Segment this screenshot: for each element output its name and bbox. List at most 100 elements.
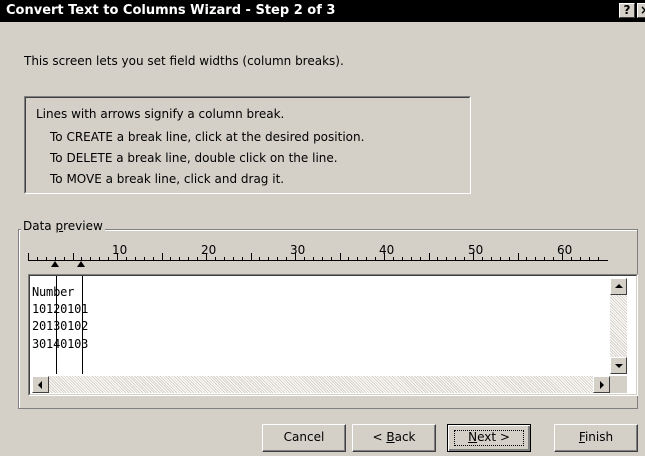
up-arrow-icon[interactable] xyxy=(51,261,59,267)
ruler-label-50: 50 xyxy=(468,243,484,257)
ruler-tick xyxy=(375,257,376,260)
ruler-tick xyxy=(73,253,74,260)
ruler-tick xyxy=(37,257,38,260)
ruler-tick xyxy=(348,257,349,260)
ruler-label-30: 30 xyxy=(290,243,306,257)
preview-row: 10120101 xyxy=(32,302,89,316)
instruction-delete: To DELETE a break line, double click on … xyxy=(50,151,338,165)
ruler-tick xyxy=(420,257,421,260)
ruler-tick xyxy=(340,253,341,260)
ruler-tick xyxy=(411,257,412,260)
ruler-tick xyxy=(598,257,599,260)
preview-row: 30140103 xyxy=(32,337,89,351)
ruler-tick xyxy=(286,257,287,260)
ruler-tick xyxy=(215,257,216,260)
back-button[interactable]: < Back xyxy=(352,424,436,452)
ruler-tick xyxy=(544,257,545,260)
ruler-label-10: 10 xyxy=(112,243,128,257)
cancel-button[interactable]: Cancel xyxy=(262,424,346,452)
ruler-tick xyxy=(571,257,572,260)
ruler-tick xyxy=(509,257,510,260)
ruler-tick xyxy=(242,257,243,260)
scrollbar-corner xyxy=(610,376,627,393)
ruler-tick xyxy=(553,257,554,260)
arrow-left-icon[interactable] xyxy=(32,376,49,393)
horizontal-scrollbar[interactable] xyxy=(32,376,610,393)
ruler-tick xyxy=(277,257,278,260)
help-icon[interactable]: ? xyxy=(619,3,635,18)
ruler-tick xyxy=(589,257,590,260)
ruler-tick xyxy=(437,257,438,260)
ruler-tick xyxy=(535,257,536,260)
ruler-label-60: 60 xyxy=(557,243,573,257)
ruler-tick xyxy=(46,257,47,260)
instructions-box: Lines with arrows signify a column break… xyxy=(24,96,471,194)
ruler-tick xyxy=(179,257,180,260)
instructions-heading: Lines with arrows signify a column break… xyxy=(36,107,285,121)
ruler-tick xyxy=(464,257,465,260)
ruler-tick xyxy=(313,257,314,260)
ruler-tick xyxy=(482,257,483,260)
ruler-tick xyxy=(518,253,519,260)
ruler-tick xyxy=(224,257,225,260)
ruler-tick xyxy=(295,253,296,260)
ruler-tick xyxy=(28,253,29,260)
column-break-line[interactable] xyxy=(82,276,83,374)
column-ruler[interactable]: 10 20 30 40 50 60 xyxy=(28,243,608,267)
instruction-move: To MOVE a break line, click and drag it. xyxy=(50,172,285,186)
ruler-label-20: 20 xyxy=(201,243,217,257)
ruler-tick xyxy=(233,257,234,260)
arrow-right-icon[interactable] xyxy=(593,376,610,393)
ruler-tick xyxy=(64,257,65,260)
instruction-create: To CREATE a break line, click at the des… xyxy=(50,130,365,144)
ruler-tick xyxy=(153,257,154,260)
ruler-tick xyxy=(108,257,109,260)
ruler-tick xyxy=(90,257,91,260)
finish-button[interactable]: Finish xyxy=(554,424,638,452)
ruler-tick xyxy=(562,253,563,260)
close-icon[interactable]: × xyxy=(637,3,645,18)
preview-row: Number xyxy=(32,285,75,299)
vertical-scrollbar[interactable] xyxy=(610,278,627,374)
ruler-tick xyxy=(500,257,501,260)
title-bar: Convert Text to Columns Wizard - Step 2 … xyxy=(0,0,645,22)
ruler-tick xyxy=(144,257,145,260)
window-title: Convert Text to Columns Wizard - Step 2 … xyxy=(6,3,336,18)
ruler-tick xyxy=(473,253,474,260)
preview-row: 20130102 xyxy=(32,319,89,333)
ruler-tick xyxy=(446,257,447,260)
arrow-up-icon[interactable] xyxy=(610,278,627,295)
ruler-tick xyxy=(357,257,358,260)
arrow-down-icon[interactable] xyxy=(610,357,627,374)
ruler-tick xyxy=(268,257,269,260)
ruler-tick xyxy=(117,253,118,260)
data-preview-label: Data preview xyxy=(21,219,105,233)
ruler-tick xyxy=(455,257,456,260)
ruler-tick xyxy=(393,257,394,260)
ruler-tick xyxy=(331,257,332,260)
ruler-tick xyxy=(126,257,127,260)
up-arrow-icon[interactable] xyxy=(77,261,85,267)
ruler-tick xyxy=(304,257,305,260)
ruler-tick xyxy=(366,257,367,260)
ruler-tick xyxy=(384,253,385,260)
ruler-tick xyxy=(99,257,100,260)
ruler-tick xyxy=(526,257,527,260)
column-break-line[interactable] xyxy=(56,276,57,374)
data-preview-pane[interactable]: Number 10120101 20130102 30140103 xyxy=(28,274,638,396)
ruler-baseline xyxy=(28,260,608,261)
next-button[interactable]: Next > xyxy=(447,424,531,452)
ruler-tick xyxy=(322,257,323,260)
ruler-tick xyxy=(259,257,260,260)
ruler-tick xyxy=(402,257,403,260)
ruler-tick xyxy=(197,257,198,260)
ruler-tick xyxy=(170,257,171,260)
ruler-tick xyxy=(162,253,163,260)
ruler-tick xyxy=(188,257,189,260)
ruler-tick xyxy=(491,257,492,260)
ruler-label-40: 40 xyxy=(379,243,395,257)
ruler-tick xyxy=(580,257,581,260)
ruler-tick xyxy=(135,257,136,260)
intro-text: This screen lets you set field widths (c… xyxy=(24,54,344,68)
ruler-tick xyxy=(81,257,82,260)
